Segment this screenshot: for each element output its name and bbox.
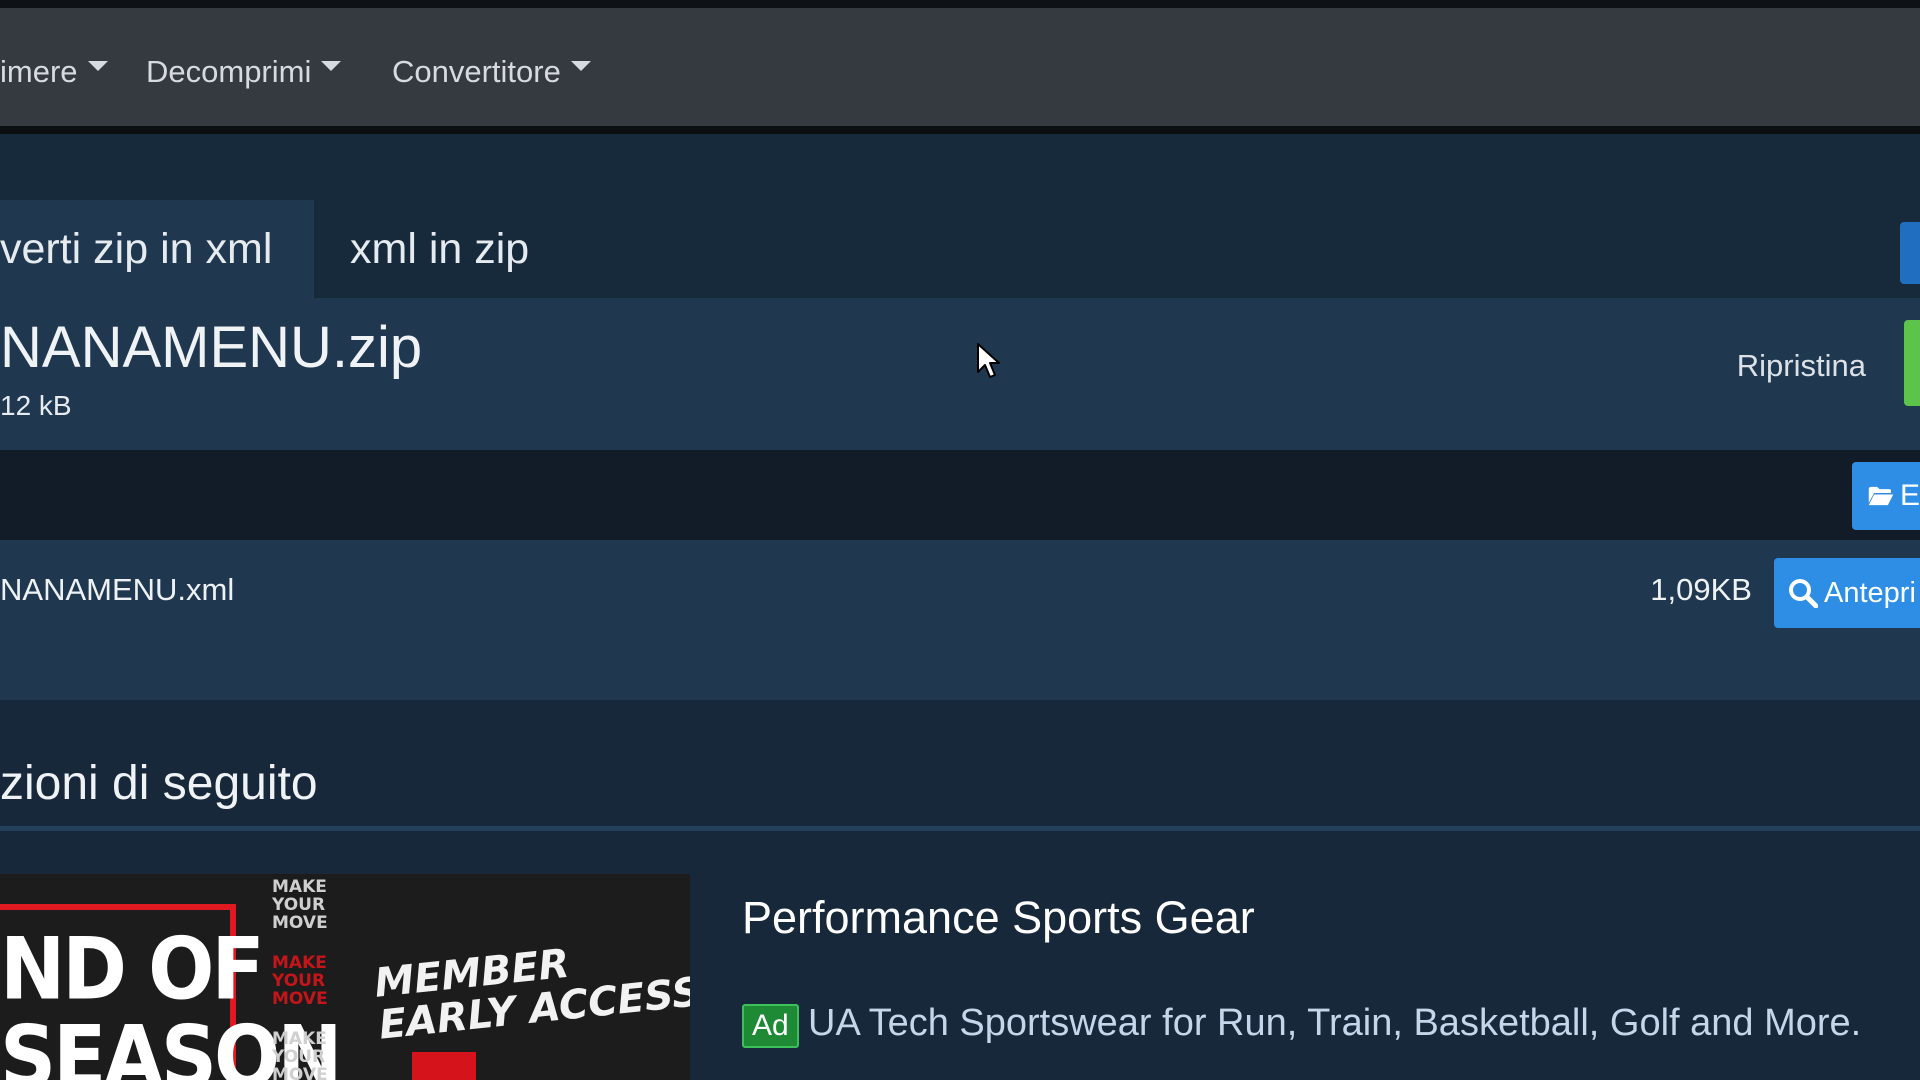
tab-zip-to-xml[interactable]: verti zip in xml (0, 200, 314, 298)
search-icon (1789, 579, 1818, 608)
caret-down-icon (570, 61, 591, 71)
ad-image-tagline: MEMBER EARLY ACCESS (372, 929, 690, 1049)
ad-description[interactable]: UA Tech Sportswear for Run, Train, Baske… (808, 1002, 1861, 1045)
preview-button-label: Antepri (1824, 576, 1916, 609)
nav-menu-label: imere (0, 54, 78, 89)
reset-link[interactable]: Ripristina (1737, 348, 1866, 384)
preview-button[interactable]: Antepri (1774, 558, 1920, 628)
ad-stack-word: YOUR (272, 971, 326, 991)
archive-file-size: 12 kB (0, 390, 72, 421)
download-button-edge[interactable] (1904, 320, 1920, 406)
ad-stack-word: YOUR (272, 1047, 326, 1067)
caret-down-icon (321, 61, 342, 71)
archive-file-name: NANAMENU.zip (0, 315, 423, 380)
section-heading: zioni di seguito (0, 757, 318, 810)
files-toolbar: E (0, 450, 1920, 540)
nav-menu-label: Decomprimi (146, 54, 312, 89)
ad-stack-word: MOVE (272, 989, 328, 1009)
window-top-edge (0, 0, 1920, 8)
browse-folder-button[interactable]: E (1852, 462, 1920, 530)
ad-badge: Ad (742, 1004, 799, 1048)
mouse-cursor-icon (977, 343, 1000, 378)
nav-menu-converter[interactable]: Convertitore (392, 54, 591, 90)
entry-file-name: NANAMENU.xml (0, 572, 235, 607)
entry-file-size: 1,09KB (1650, 572, 1752, 607)
converter-tabs: verti zip in xml xml in zip (0, 134, 1920, 298)
caret-down-icon (87, 61, 108, 71)
ad-stack-word: YOUR (272, 895, 326, 915)
convert-button-edge[interactable] (1900, 222, 1920, 284)
file-entry-row: NANAMENU.xml 1,09KB Antepri (0, 540, 1920, 700)
ad-image-stack: MAKE YOUR MOVE MAKE YOUR MOVE MAKE YOUR MOVE (272, 877, 328, 1080)
ad-banner-image[interactable]: ND OF SEASON MAKE YOUR MOVE MAKE YOUR MOVE MAK… (0, 874, 690, 1080)
ad-stack-word: MOVE (272, 913, 328, 933)
ad-stack-word: MAKE (272, 1029, 327, 1049)
top-navbar: imere Decomprimi Convertitore (0, 8, 1920, 134)
ad-stack-word: MAKE (272, 877, 327, 897)
tab-xml-to-zip[interactable]: xml in zip (350, 200, 529, 298)
ad-stack-word: MOVE (272, 1065, 328, 1080)
nav-menu-compress[interactable]: imere (0, 54, 108, 90)
ad-stack-word: MAKE (272, 953, 327, 973)
nav-menu-label: Convertitore (392, 54, 561, 89)
section-divider (0, 826, 1920, 831)
ad-title[interactable]: Performance Sports Gear (742, 892, 1255, 944)
folder-open-icon (1868, 486, 1894, 506)
ad-red-tag (412, 1052, 476, 1080)
nav-menu-decompress[interactable]: Decomprimi (146, 54, 342, 90)
uploaded-file-panel: NANAMENU.zip 12 kB Ripristina (0, 298, 1920, 450)
browse-button-label: E (1899, 479, 1920, 512)
